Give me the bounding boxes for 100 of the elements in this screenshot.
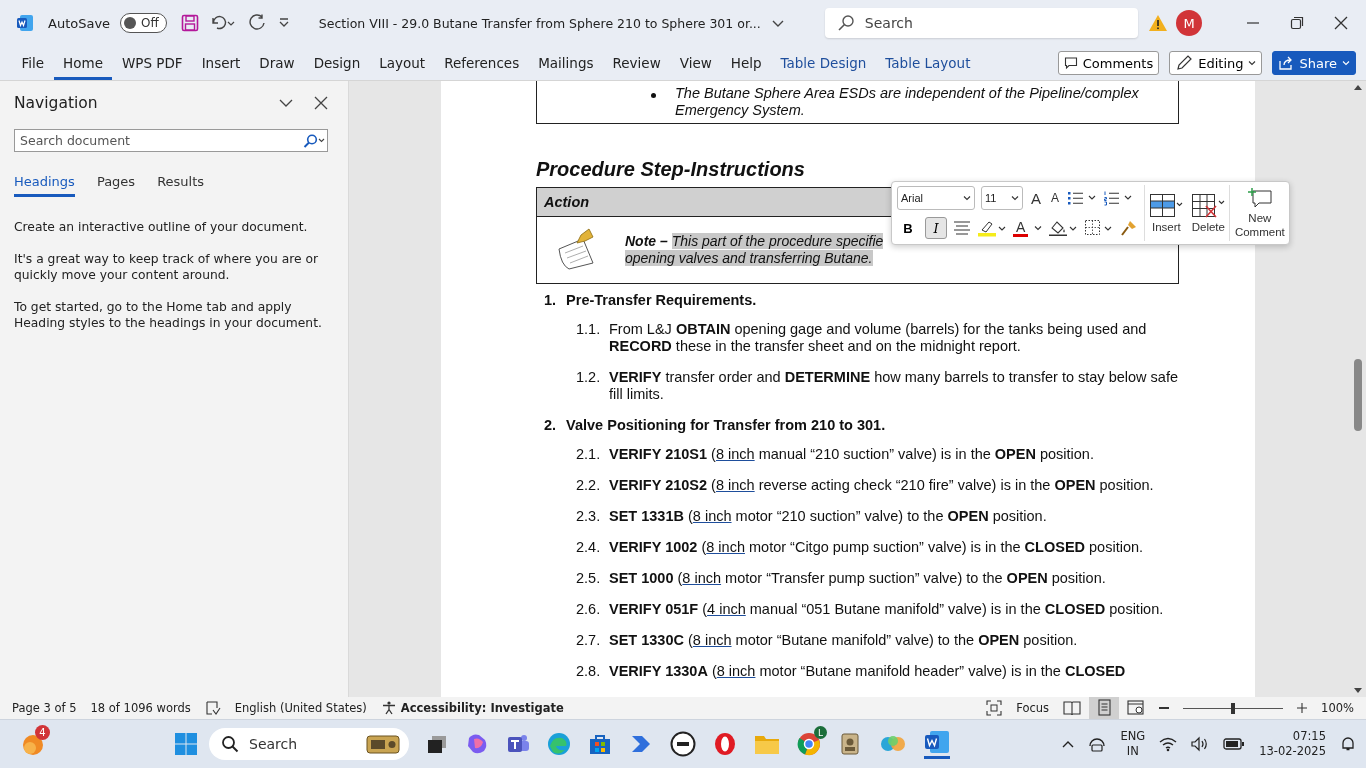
document-title[interactable]: Section VIII - 29.0 Butane Transfer from Sphere 210 to Sphere 301 or...: [318, 15, 761, 31]
ribbon-tab[interactable]: Design: [304, 49, 370, 80]
bold-button[interactable]: B: [897, 217, 919, 239]
chevron-down-icon: [1011, 194, 1019, 202]
accessibility-icon[interactable]: [380, 701, 397, 715]
note-text: opening valves and transferring Butane.: [625, 250, 874, 267]
zoom-level[interactable]: 100%: [1321, 701, 1354, 715]
ribbon-tab[interactable]: WPS PDF: [112, 49, 193, 80]
ribbon-tab[interactable]: Table Design: [771, 49, 876, 80]
font-color-button[interactable]: A: [1013, 219, 1029, 237]
chevron-down-icon[interactable]: [1034, 224, 1043, 232]
search-icon: [303, 134, 325, 148]
grow-font-button[interactable]: A: [1029, 189, 1043, 207]
ribbon-tab[interactable]: Layout: [369, 49, 435, 80]
bullet-list-icon[interactable]: [1067, 190, 1098, 206]
italic-button[interactable]: I: [925, 217, 947, 239]
restore-icon[interactable]: [1290, 16, 1304, 30]
list-number: 2.6.: [576, 601, 602, 618]
focus-mode[interactable]: Focus: [1016, 701, 1050, 715]
ribbon-tab[interactable]: Review: [603, 49, 671, 80]
web-layout-icon[interactable]: [1127, 700, 1146, 716]
search-icon: [221, 735, 239, 753]
navigation-tab[interactable]: Results: [157, 170, 205, 197]
ribbon-tab[interactable]: Help: [721, 49, 771, 80]
highlighter-icon[interactable]: [977, 219, 1007, 237]
format-painter-icon[interactable]: [1120, 219, 1139, 237]
chevron-down-icon: [963, 194, 971, 202]
contact-card-icon[interactable]: [838, 732, 862, 756]
word-count[interactable]: 18 of 1096 words: [90, 701, 191, 715]
ribbon-tab[interactable]: Insert: [192, 49, 250, 80]
page-count[interactable]: Page 3 of 5: [12, 701, 77, 715]
redo-icon[interactable]: [246, 13, 267, 33]
clock-date[interactable]: 13-02-2025: [1259, 744, 1326, 759]
search-field[interactable]: Search: [824, 8, 1138, 38]
battery-icon[interactable]: [1223, 737, 1246, 751]
focus-icon[interactable]: [986, 700, 1003, 716]
read-mode-icon[interactable]: [1063, 700, 1082, 716]
new-comment-button[interactable]: New Comment: [1229, 185, 1290, 241]
navigation-tab[interactable]: Headings: [14, 170, 75, 197]
pencil-icon: [1175, 54, 1194, 72]
delete-button[interactable]: Delete: [1187, 185, 1230, 241]
input-language[interactable]: ENG: [1120, 729, 1146, 744]
ribbon-tab[interactable]: Mailings: [528, 49, 603, 80]
delete-table-icon: [1191, 193, 1226, 219]
dell-icon[interactable]: [670, 731, 696, 757]
store-icon[interactable]: [588, 732, 612, 756]
clock-time[interactable]: 07:15: [1292, 729, 1326, 744]
comment-icon: [1063, 56, 1078, 70]
opera-icon[interactable]: [713, 732, 737, 756]
close-icon[interactable]: [314, 96, 328, 110]
proofing-icon[interactable]: [204, 701, 221, 715]
scrollbar-thumb[interactable]: [1354, 359, 1362, 431]
chevron-up-icon[interactable]: [1062, 739, 1075, 749]
share-button[interactable]: Share: [1272, 51, 1356, 75]
zoom-slider-thumb[interactable]: [1231, 702, 1236, 714]
autosave-toggle[interactable]: Off: [120, 13, 167, 33]
search-field[interactable]: Search document: [14, 129, 328, 152]
start-icon[interactable]: [174, 732, 198, 756]
instruction-text: VERIFY transfer order and DETERMINE how many barrels to transfer to stay below safe fill limits.: [609, 369, 1179, 403]
task-view-icon[interactable]: [426, 733, 448, 755]
user-avatar[interactable]: M: [1176, 10, 1202, 36]
language-status[interactable]: English (United States): [234, 701, 367, 715]
print-layout-icon[interactable]: [1089, 697, 1120, 719]
shading-icon[interactable]: [1048, 219, 1079, 237]
ribbon-tab[interactable]: File: [12, 49, 54, 80]
volume-icon[interactable]: [1191, 736, 1210, 752]
help-text: It's a great way to keep track of where you are or quickly move your content around.: [14, 251, 320, 283]
scroll-down-icon[interactable]: [1353, 687, 1363, 695]
list-number: 2.8.: [576, 663, 602, 680]
ribbon-tab[interactable]: Table Layout: [875, 49, 980, 80]
instruction-text: VERIFY 051F (4 inch manual “051 Butane manifold” valve) is in the CLOSED position.: [609, 601, 1164, 618]
notification-bell-icon[interactable]: [1340, 736, 1356, 752]
instruction-text: SET 1331B (8 inch motor “210 suction” valve) to the OPEN position.: [609, 508, 1047, 525]
close-icon[interactable]: [1334, 16, 1348, 30]
list-number: 1.2.: [576, 369, 602, 387]
ribbon-tab[interactable]: View: [670, 49, 722, 80]
wifi-icon[interactable]: [1159, 736, 1178, 752]
ribbon-tab[interactable]: References: [434, 49, 529, 80]
comments-button[interactable]: Comments: [1057, 51, 1160, 75]
ribbon-tab[interactable]: Draw: [249, 49, 305, 80]
shrink-font-button[interactable]: A: [1049, 191, 1062, 205]
list-number: 2.: [544, 417, 557, 433]
scroll-up-icon[interactable]: [1353, 83, 1363, 91]
save-icon[interactable]: [180, 14, 199, 32]
editing-button[interactable]: Editing: [1169, 51, 1263, 75]
warning-icon[interactable]: [1148, 14, 1168, 32]
navigation-title: Navigation: [14, 94, 99, 112]
font-size-dropdown[interactable]: 11: [981, 186, 1023, 210]
accessibility-status[interactable]: Accessibility: Investigate: [400, 701, 564, 715]
copilot-icon[interactable]: [465, 732, 489, 756]
align-icon[interactable]: [953, 220, 971, 236]
chrome-icon[interactable]: [797, 732, 821, 756]
font-name-dropdown[interactable]: Arial: [897, 186, 975, 210]
profile-badge: L: [814, 726, 827, 739]
zoom-in-icon[interactable]: [1297, 703, 1308, 713]
word-app-icon[interactable]: [924, 729, 950, 759]
navigation-tab[interactable]: Pages: [96, 170, 136, 197]
input-region[interactable]: IN: [1126, 744, 1139, 759]
word-logo-icon: [16, 14, 34, 32]
numbered-list-icon[interactable]: [1103, 190, 1134, 206]
